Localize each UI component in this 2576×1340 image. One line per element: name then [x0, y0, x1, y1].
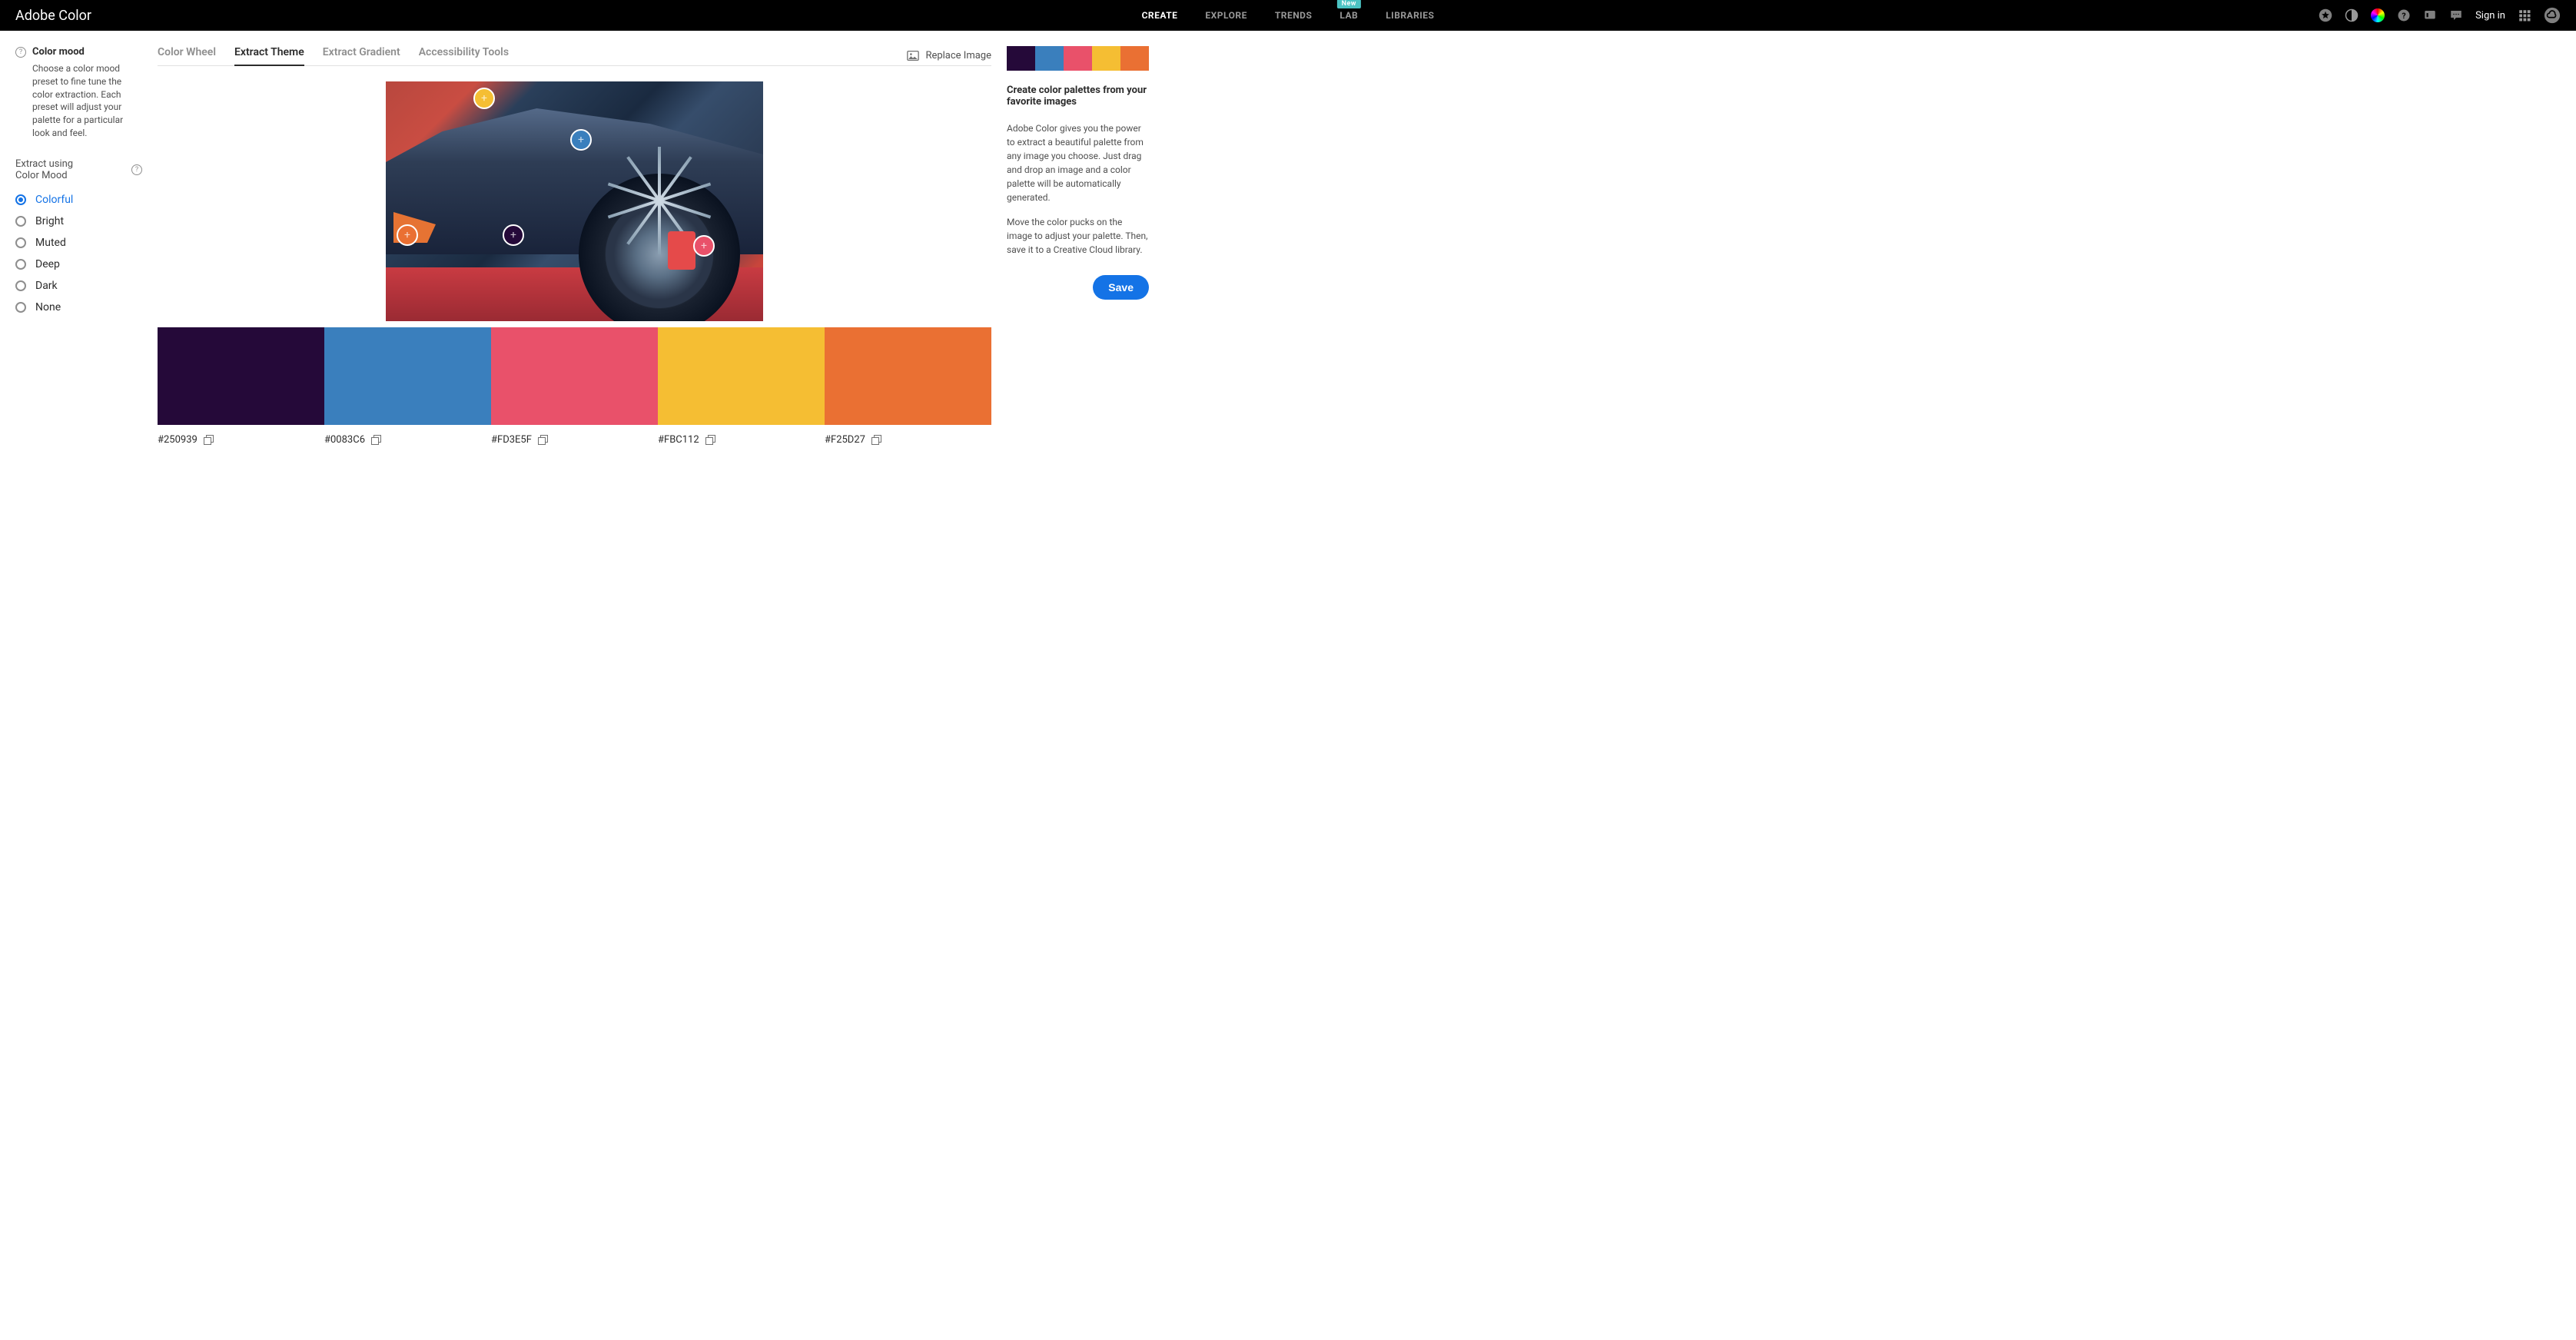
mood-option-none[interactable]: None: [15, 301, 142, 313]
mini-swatch-3[interactable]: [1092, 46, 1120, 71]
sidebar-paragraph-1: Adobe Color gives you the power to extra…: [1007, 121, 1149, 204]
new-badge: New: [1337, 0, 1361, 8]
apps-grid-icon[interactable]: [2518, 8, 2531, 22]
color-puck-0[interactable]: +: [473, 88, 495, 109]
swatch-4[interactable]: [825, 327, 991, 425]
right-sidebar: Create color palettes from your favorite…: [1007, 46, 1149, 446]
mood-option-dark[interactable]: Dark: [15, 280, 142, 292]
tab-accessibility-tools[interactable]: Accessibility Tools: [419, 46, 509, 65]
copy-icon[interactable]: [371, 435, 382, 446]
hex-value-3: #FBC112: [658, 434, 825, 446]
center-panel: Color Wheel Extract Theme Extract Gradie…: [158, 46, 991, 446]
source-image[interactable]: + + + + +: [386, 81, 763, 321]
top-header: Adobe Color CREATE EXPLORE TRENDS New LA…: [0, 0, 2576, 31]
palette-hex-row: #250939#0083C6#FD3E5F#FBC112#F25D27: [158, 434, 991, 446]
mini-swatch-0[interactable]: [1007, 46, 1035, 71]
replace-image-button[interactable]: Replace Image: [907, 46, 991, 65]
swatch-2[interactable]: [491, 327, 658, 425]
tab-color-wheel[interactable]: Color Wheel: [158, 46, 216, 65]
nav-libraries[interactable]: LIBRARIES: [1386, 10, 1434, 21]
color-puck-4[interactable]: +: [693, 235, 715, 257]
mood-section-label: Extract using Color Mood: [15, 158, 92, 181]
nav-create[interactable]: CREATE: [1142, 10, 1178, 21]
mood-option-deep[interactable]: Deep: [15, 258, 142, 270]
image-icon: [907, 51, 919, 61]
tab-extract-theme[interactable]: Extract Theme: [234, 46, 304, 66]
sidebar-title: Create color palettes from your favorite…: [1007, 85, 1149, 108]
color-mood-description: Choose a color mood preset to fine tune …: [32, 62, 142, 140]
feedback-icon[interactable]: [2423, 8, 2437, 22]
color-puck-2[interactable]: +: [397, 224, 418, 246]
nav-trends[interactable]: TRENDS: [1275, 10, 1313, 21]
hex-value-2: #FD3E5F: [491, 434, 658, 446]
color-puck-1[interactable]: +: [570, 129, 592, 151]
tab-extract-gradient[interactable]: Extract Gradient: [323, 46, 400, 65]
sidebar-paragraph-2: Move the color pucks on the image to adj…: [1007, 215, 1149, 257]
copy-icon[interactable]: [538, 435, 549, 446]
color-puck-3[interactable]: +: [503, 224, 524, 246]
svg-text:?: ?: [2402, 11, 2405, 21]
star-icon[interactable]: [2319, 8, 2332, 22]
mini-swatch-2[interactable]: [1064, 46, 1092, 71]
info-icon[interactable]: ?: [131, 164, 142, 175]
mood-option-bright[interactable]: Bright: [15, 215, 142, 227]
color-wheel-icon[interactable]: [2371, 8, 2385, 22]
swatch-0[interactable]: [158, 327, 324, 425]
copy-icon[interactable]: [204, 435, 214, 446]
mini-palette: [1007, 46, 1149, 71]
sign-in-link[interactable]: Sign in: [2475, 10, 2505, 22]
app-logo[interactable]: Adobe Color: [15, 8, 91, 24]
swatch-3[interactable]: [658, 327, 825, 425]
palette-swatches: [158, 327, 991, 425]
contrast-icon[interactable]: [2345, 8, 2359, 22]
color-mood-title: Color mood: [32, 46, 85, 58]
copy-icon[interactable]: [871, 435, 882, 446]
mini-swatch-4[interactable]: [1120, 46, 1149, 71]
nav-explore[interactable]: EXPLORE: [1205, 10, 1247, 21]
left-sidebar: ? Color mood Choose a color mood preset …: [15, 46, 142, 446]
chat-icon[interactable]: [2449, 8, 2463, 22]
help-icon[interactable]: ?: [2397, 8, 2411, 22]
swatch-1[interactable]: [324, 327, 491, 425]
sub-nav: Color Wheel Extract Theme Extract Gradie…: [158, 46, 991, 66]
hex-value-4: #F25D27: [825, 434, 991, 446]
nav-lab[interactable]: New LAB: [1339, 10, 1358, 21]
mood-radio-group: Colorful Bright Muted Deep Dark None: [15, 194, 142, 313]
hex-value-0: #250939: [158, 434, 324, 446]
main-nav: CREATE EXPLORE TRENDS New LAB LIBRARIES: [1142, 10, 1435, 21]
mood-option-muted[interactable]: Muted: [15, 237, 142, 249]
hex-value-1: #0083C6: [324, 434, 491, 446]
creative-cloud-icon[interactable]: [2544, 7, 2561, 24]
mood-option-colorful[interactable]: Colorful: [15, 194, 142, 206]
header-right: ? Sign in: [2319, 7, 2561, 24]
save-button[interactable]: Save: [1093, 275, 1149, 300]
mini-swatch-1[interactable]: [1035, 46, 1064, 71]
content-area: ? Color mood Choose a color mood preset …: [0, 31, 2576, 461]
info-icon[interactable]: ?: [15, 47, 26, 58]
copy-icon[interactable]: [705, 435, 716, 446]
